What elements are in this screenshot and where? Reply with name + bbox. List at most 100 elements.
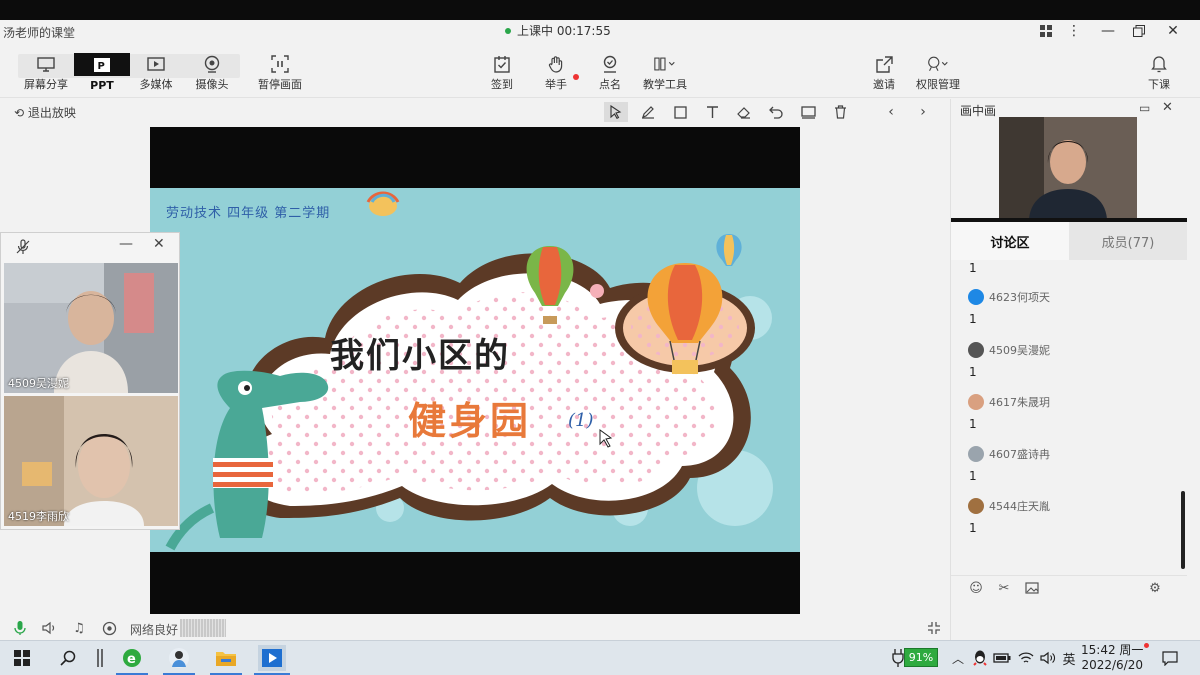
- raise-hand-label: 举手: [545, 78, 567, 91]
- media-button[interactable]: 多媒体: [128, 42, 184, 92]
- permission-label: 权限管理: [916, 78, 960, 91]
- invite-button[interactable]: 邀请: [856, 42, 912, 92]
- windows-taskbar: e 91% ︿ 英 15:42 周一 2022/6/20: [0, 640, 1200, 675]
- roll-call-icon: [599, 55, 621, 73]
- restore-button[interactable]: [1128, 22, 1150, 40]
- ppt-label: PPT: [90, 79, 114, 92]
- scissors-icon[interactable]: ✂: [995, 580, 1013, 596]
- permission-button[interactable]: 权限管理: [910, 42, 966, 92]
- svg-text:e: e: [127, 652, 136, 667]
- signin-button[interactable]: 签到: [474, 42, 530, 92]
- teaching-tools-icon: [654, 55, 676, 73]
- slide-title-line1: 我们小区的: [330, 336, 510, 376]
- taskbar-clock[interactable]: 15:42 周一 2022/6/20: [1081, 643, 1143, 673]
- pause-screen-button[interactable]: 暂停画面: [252, 42, 308, 92]
- pip-title: 画中画: [960, 104, 997, 118]
- panel-minimize-button[interactable]: —: [119, 236, 133, 252]
- mic-off-icon[interactable]: [15, 239, 31, 259]
- whiteboard-tool-icon[interactable]: [796, 102, 820, 122]
- class-status: 上课中 00:17:55: [505, 22, 611, 39]
- chat-tools: ☺ ✂ ⚙: [951, 575, 1187, 599]
- video-panel-header[interactable]: — ✕: [1, 233, 179, 261]
- pip-restore-icon[interactable]: ▭: [1139, 101, 1150, 115]
- media-icon: [145, 55, 167, 73]
- slide-title-suffix: (1): [568, 410, 594, 431]
- camera-button[interactable]: 摄像头: [184, 42, 240, 92]
- rectangle-tool-icon[interactable]: [668, 102, 692, 122]
- chat-message-sender: 4623何项天: [968, 289, 1050, 305]
- student-video-1[interactable]: 4509吴漫妮: [4, 263, 178, 393]
- pointer-tool-icon[interactable]: [604, 102, 628, 122]
- minimize-button[interactable]: —: [1097, 22, 1119, 40]
- media-player-icon[interactable]: [258, 645, 286, 671]
- music-icon[interactable]: ♫: [70, 620, 88, 636]
- student-video-2-name: 4519李雨欣: [8, 510, 69, 523]
- app-title: 汤老师的课堂: [3, 26, 76, 40]
- student-video-1-feed: [4, 263, 178, 393]
- image-icon[interactable]: [1023, 580, 1041, 596]
- student-video-2[interactable]: 4519李雨欣: [4, 396, 178, 526]
- search-icon[interactable]: [54, 645, 82, 671]
- ie-browser-icon[interactable]: e: [118, 645, 146, 671]
- ppt-mode-button[interactable]: P PPT: [74, 42, 130, 92]
- action-center-icon[interactable]: [1156, 645, 1184, 671]
- windows-start-icon[interactable]: [8, 645, 36, 671]
- grid-view-icon[interactable]: [1035, 22, 1057, 40]
- teacher-video[interactable]: [999, 117, 1137, 219]
- student-video-panel[interactable]: — ✕ 4509吴漫妮 4519李雨欣: [0, 232, 180, 530]
- chat-sender-name: 4509吴漫妮: [989, 344, 1050, 357]
- text-tool-icon[interactable]: [700, 102, 724, 122]
- microphone-icon[interactable]: [11, 620, 29, 636]
- pip-close-button[interactable]: ✕: [1162, 100, 1173, 115]
- teaching-tools-button[interactable]: 教学工具: [637, 42, 693, 92]
- teaching-tools-label: 教学工具: [643, 78, 687, 91]
- speaker-icon[interactable]: [40, 620, 58, 636]
- previous-slide-icon[interactable]: ‹: [879, 102, 903, 122]
- pen-tool-icon[interactable]: [636, 102, 660, 122]
- classroom-app-icon[interactable]: [165, 645, 193, 671]
- close-button[interactable]: ✕: [1162, 22, 1184, 40]
- input-method[interactable]: 英: [1055, 645, 1083, 671]
- end-class-label: 下课: [1148, 78, 1170, 91]
- task-view-icon[interactable]: [86, 645, 114, 671]
- slide-stage: 劳动技术 四年级 第二学期 我们小区的 健身园 (1): [150, 127, 800, 614]
- raise-hand-button[interactable]: 举手: [528, 42, 584, 92]
- collapse-icon[interactable]: [925, 620, 943, 636]
- raise-hand-icon: [545, 55, 567, 73]
- tab-members[interactable]: 成员(77): [1069, 222, 1187, 260]
- chat-settings-icon[interactable]: ⚙: [1146, 580, 1164, 596]
- end-class-button[interactable]: 下课: [1131, 42, 1187, 92]
- clock-time: 15:42 周一: [1081, 643, 1144, 657]
- title-bar: 汤老师的课堂 上课中 00:17:55 ⋮ — ✕: [0, 20, 1200, 42]
- slide-subtitle: 劳动技术 四年级 第二学期: [166, 206, 331, 221]
- presentation-bar: ⟲ 退出放映 ‹ ›: [0, 99, 948, 125]
- pause-screen-label: 暂停画面: [258, 78, 302, 91]
- next-slide-icon[interactable]: ›: [911, 102, 935, 122]
- more-menu-icon[interactable]: ⋮: [1063, 22, 1085, 40]
- screen-share-button[interactable]: 屏幕分享: [18, 42, 74, 92]
- user-avatar-icon: [968, 446, 984, 462]
- exit-slideshow-button[interactable]: ⟲ 退出放映: [14, 104, 76, 121]
- tab-discussion[interactable]: 讨论区: [951, 222, 1069, 260]
- user-avatar-icon: [968, 394, 984, 410]
- tab-discussion-label: 讨论区: [990, 235, 1030, 251]
- panel-tabs: 讨论区 成员(77): [951, 222, 1187, 260]
- file-explorer-icon[interactable]: [212, 645, 240, 671]
- chat-sender-name: 4623何项天: [989, 291, 1050, 304]
- student-video-2-feed: [4, 396, 178, 526]
- discussion-list[interactable]: 1 4623何项天 1 4509吴漫妮 1 4617朱晟玥 1 4607盛诗冉 …: [951, 261, 1187, 549]
- clear-tool-icon[interactable]: [828, 102, 852, 122]
- media-label: 多媒体: [139, 78, 173, 91]
- chat-message-text: 1: [969, 312, 977, 326]
- emoji-icon[interactable]: ☺: [967, 580, 985, 596]
- discussion-scrollbar[interactable]: [1181, 491, 1185, 569]
- camera-status-icon[interactable]: [100, 620, 118, 636]
- eraser-tool-icon[interactable]: [732, 102, 756, 122]
- pause-screen-icon: [269, 55, 291, 73]
- chat-sender-name: 4607盛诗冉: [989, 448, 1050, 461]
- classroom-app-window: 汤老师的课堂 上课中 00:17:55 ⋮ — ✕ 屏幕分享 P PPT 多媒体…: [0, 20, 1200, 640]
- panel-close-button[interactable]: ✕: [153, 236, 165, 252]
- main-toolbar: 屏幕分享 P PPT 多媒体 摄像头 暂停画面 签到 举手 点名 教学工具 邀请…: [0, 42, 1200, 98]
- roll-call-button[interactable]: 点名: [582, 42, 638, 92]
- undo-tool-icon[interactable]: [764, 102, 788, 122]
